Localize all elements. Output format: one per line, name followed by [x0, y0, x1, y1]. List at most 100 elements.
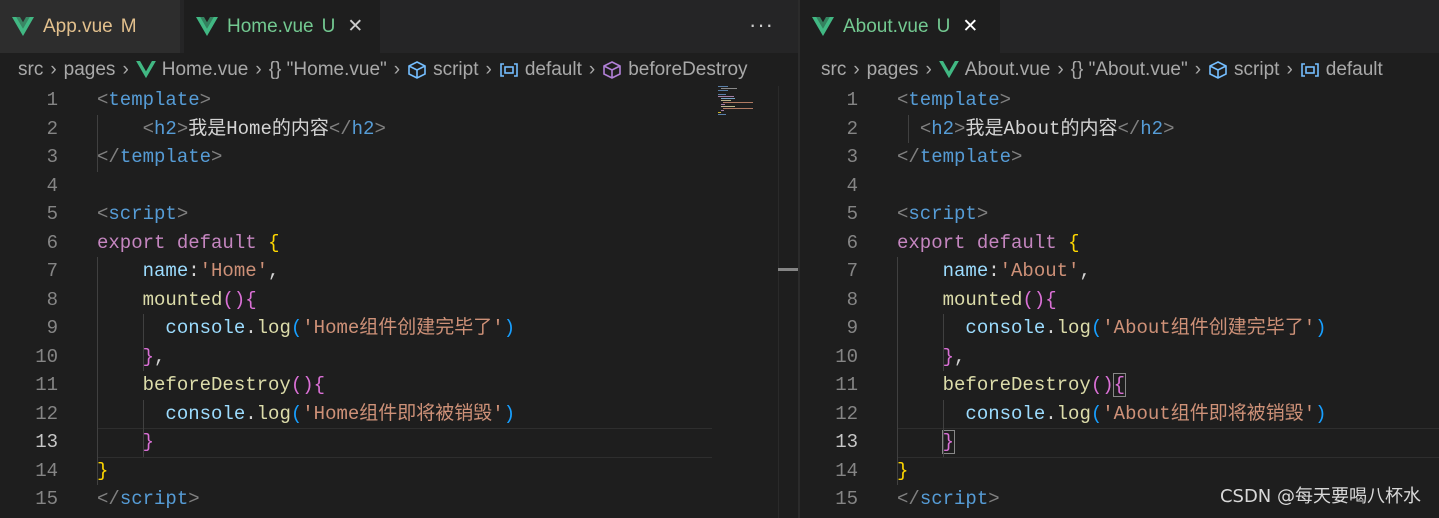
breadcrumb-item-label: Home.vue [161, 58, 249, 80]
code-line[interactable]: 12 console.log('About组件即将被销毁') [800, 400, 1439, 429]
code-token: < [897, 89, 909, 111]
code-line[interactable]: 10 }, [0, 343, 798, 372]
code-token: </ [1117, 117, 1141, 140]
code-line[interactable]: 8 mounted(){ [800, 286, 1439, 315]
code-line[interactable]: 13 } [800, 428, 1439, 458]
code-token: 'Home组件创建完毕了' [302, 317, 504, 339]
line-number: 15 [35, 488, 58, 510]
code-token: console [165, 317, 246, 339]
line-number: 13 [835, 431, 858, 453]
code-line[interactable]: 7 name:'About', [800, 257, 1439, 286]
code-token: } [941, 430, 956, 454]
breadcrumb-item-label: script [433, 58, 479, 80]
indent-guide [942, 314, 944, 371]
code-token: ) [503, 317, 516, 339]
breadcrumb-file[interactable]: Home.vue [135, 58, 249, 81]
code-line[interactable]: 4 [800, 172, 1439, 201]
code-token: , [268, 260, 280, 282]
code-line[interactable]: 15 </script> [0, 485, 798, 514]
breadcrumb-item[interactable]: pages [867, 59, 919, 81]
code-line[interactable]: 2 <h2>我是About的内容</h2> [800, 115, 1439, 144]
code-token: { [1068, 231, 1080, 254]
code-text: console.log('About组件创建完毕了') [897, 314, 1326, 342]
indent-guide [942, 399, 944, 457]
code-line[interactable]: 12 console.log('Home组件即将被销毁') [0, 400, 798, 429]
code-token: </ [897, 488, 920, 510]
watermark: CSDN @每天要喝八杯水 [1219, 486, 1421, 507]
code-line[interactable]: 7 name:'Home', [0, 257, 798, 286]
code-token: () [1022, 288, 1046, 311]
modified-badge: M [120, 15, 137, 37]
code-text: } [897, 457, 908, 485]
code-token: name [142, 260, 189, 282]
code-token: mounted [142, 288, 223, 311]
line-number: 14 [35, 459, 58, 482]
tab-app-vue[interactable]: App.vue M [0, 0, 180, 53]
tab-about-vue[interactable]: About.vue U ✕ [800, 0, 1000, 53]
code-line[interactable]: 8 mounted(){ [0, 286, 798, 315]
code-text: name:'About', [897, 257, 1091, 285]
code-line[interactable]: 9 console.log('Home组件创建完毕了') [0, 314, 798, 343]
more-actions-icon[interactable]: ··· [749, 12, 774, 38]
line-number: 10 [35, 345, 58, 368]
code-line[interactable]: 9 console.log('About组件创建完毕了') [800, 314, 1439, 343]
code-line[interactable]: 6 export default { [800, 229, 1439, 258]
vertical-scrollbar[interactable] [778, 86, 779, 518]
code-token: { [1112, 373, 1127, 397]
code-line[interactable]: 1 <template> [0, 86, 798, 115]
code-line[interactable]: 13 } [0, 428, 798, 458]
code-line[interactable]: 5 <script> [0, 200, 798, 229]
breadcrumb-item[interactable]: {} "About.vue" [1071, 59, 1188, 81]
cube-icon [408, 60, 426, 79]
code-token: beforeDestroy [942, 374, 1091, 396]
tab-home-vue[interactable]: Home.vue U ✕ [184, 0, 380, 53]
breadcrumb-default[interactable]: default [499, 59, 582, 81]
line-number: 1 [46, 89, 58, 111]
code-token: 我是Home的内容 [188, 117, 329, 140]
code-line[interactable]: 11 beforeDestroy(){ [800, 371, 1439, 400]
code-line[interactable]: 4 [0, 172, 798, 201]
code-line[interactable]: 10 }, [800, 343, 1439, 372]
breadcrumb-item[interactable]: src [18, 59, 43, 81]
code-token: () [1090, 374, 1114, 396]
line-number: 10 [835, 345, 858, 368]
breadcrumb-item[interactable]: pages [64, 59, 116, 81]
vue-file-icon [196, 16, 218, 36]
code-editor-right[interactable]: 1 <template> 2 <h2>我是About的内容</h2> 3 </templ… [800, 86, 1439, 518]
code-line[interactable]: 1 <template> [800, 86, 1439, 115]
code-token: () [222, 288, 246, 311]
close-icon[interactable]: ✕ [962, 15, 978, 38]
breadcrumb-item[interactable]: src [821, 59, 846, 81]
breadcrumb-item[interactable]: {} "Home.vue" [269, 59, 387, 81]
code-editor-left[interactable]: 1 <template> 2 <h2>我是Home的内容</h2> 3 </templa… [0, 86, 798, 518]
breadcrumb-script[interactable]: script [407, 58, 479, 81]
code-line[interactable]: 6 export default { [0, 229, 798, 258]
close-icon[interactable]: ✕ [347, 15, 363, 38]
vue-file-icon [12, 16, 34, 36]
code-token: template [119, 146, 212, 168]
line-number: 12 [835, 402, 858, 425]
editor-group-left: App.vue M Home.vue U ✕ ··· src › pages ›… [0, 0, 798, 518]
breadcrumb-script[interactable]: script [1208, 59, 1279, 81]
code-line[interactable]: 11 beforeDestroy(){ [0, 371, 798, 400]
code-token: > [199, 89, 212, 111]
code-token: } [97, 459, 109, 482]
code-token: > [1163, 117, 1175, 140]
code-line[interactable]: 14} [800, 457, 1439, 486]
minimap[interactable] [718, 86, 778, 126]
code-token: { [268, 231, 280, 254]
code-line[interactable]: 14} [0, 457, 798, 486]
code-line[interactable]: 3 </template> [800, 143, 1439, 172]
code-line[interactable]: 3 </template> [0, 143, 798, 172]
code-line[interactable]: 5 <script> [800, 200, 1439, 229]
code-line[interactable]: 2 <h2>我是Home的内容</h2> [0, 115, 798, 144]
tab-label: App.vue [43, 15, 113, 37]
breadcrumb-file[interactable]: About.vue [938, 59, 1050, 81]
tab-bar-right: About.vue U ✕ [800, 0, 1439, 53]
breadcrumb-method[interactable]: beforeDestroy [602, 59, 748, 81]
breadcrumb-default[interactable]: default [1300, 59, 1383, 81]
